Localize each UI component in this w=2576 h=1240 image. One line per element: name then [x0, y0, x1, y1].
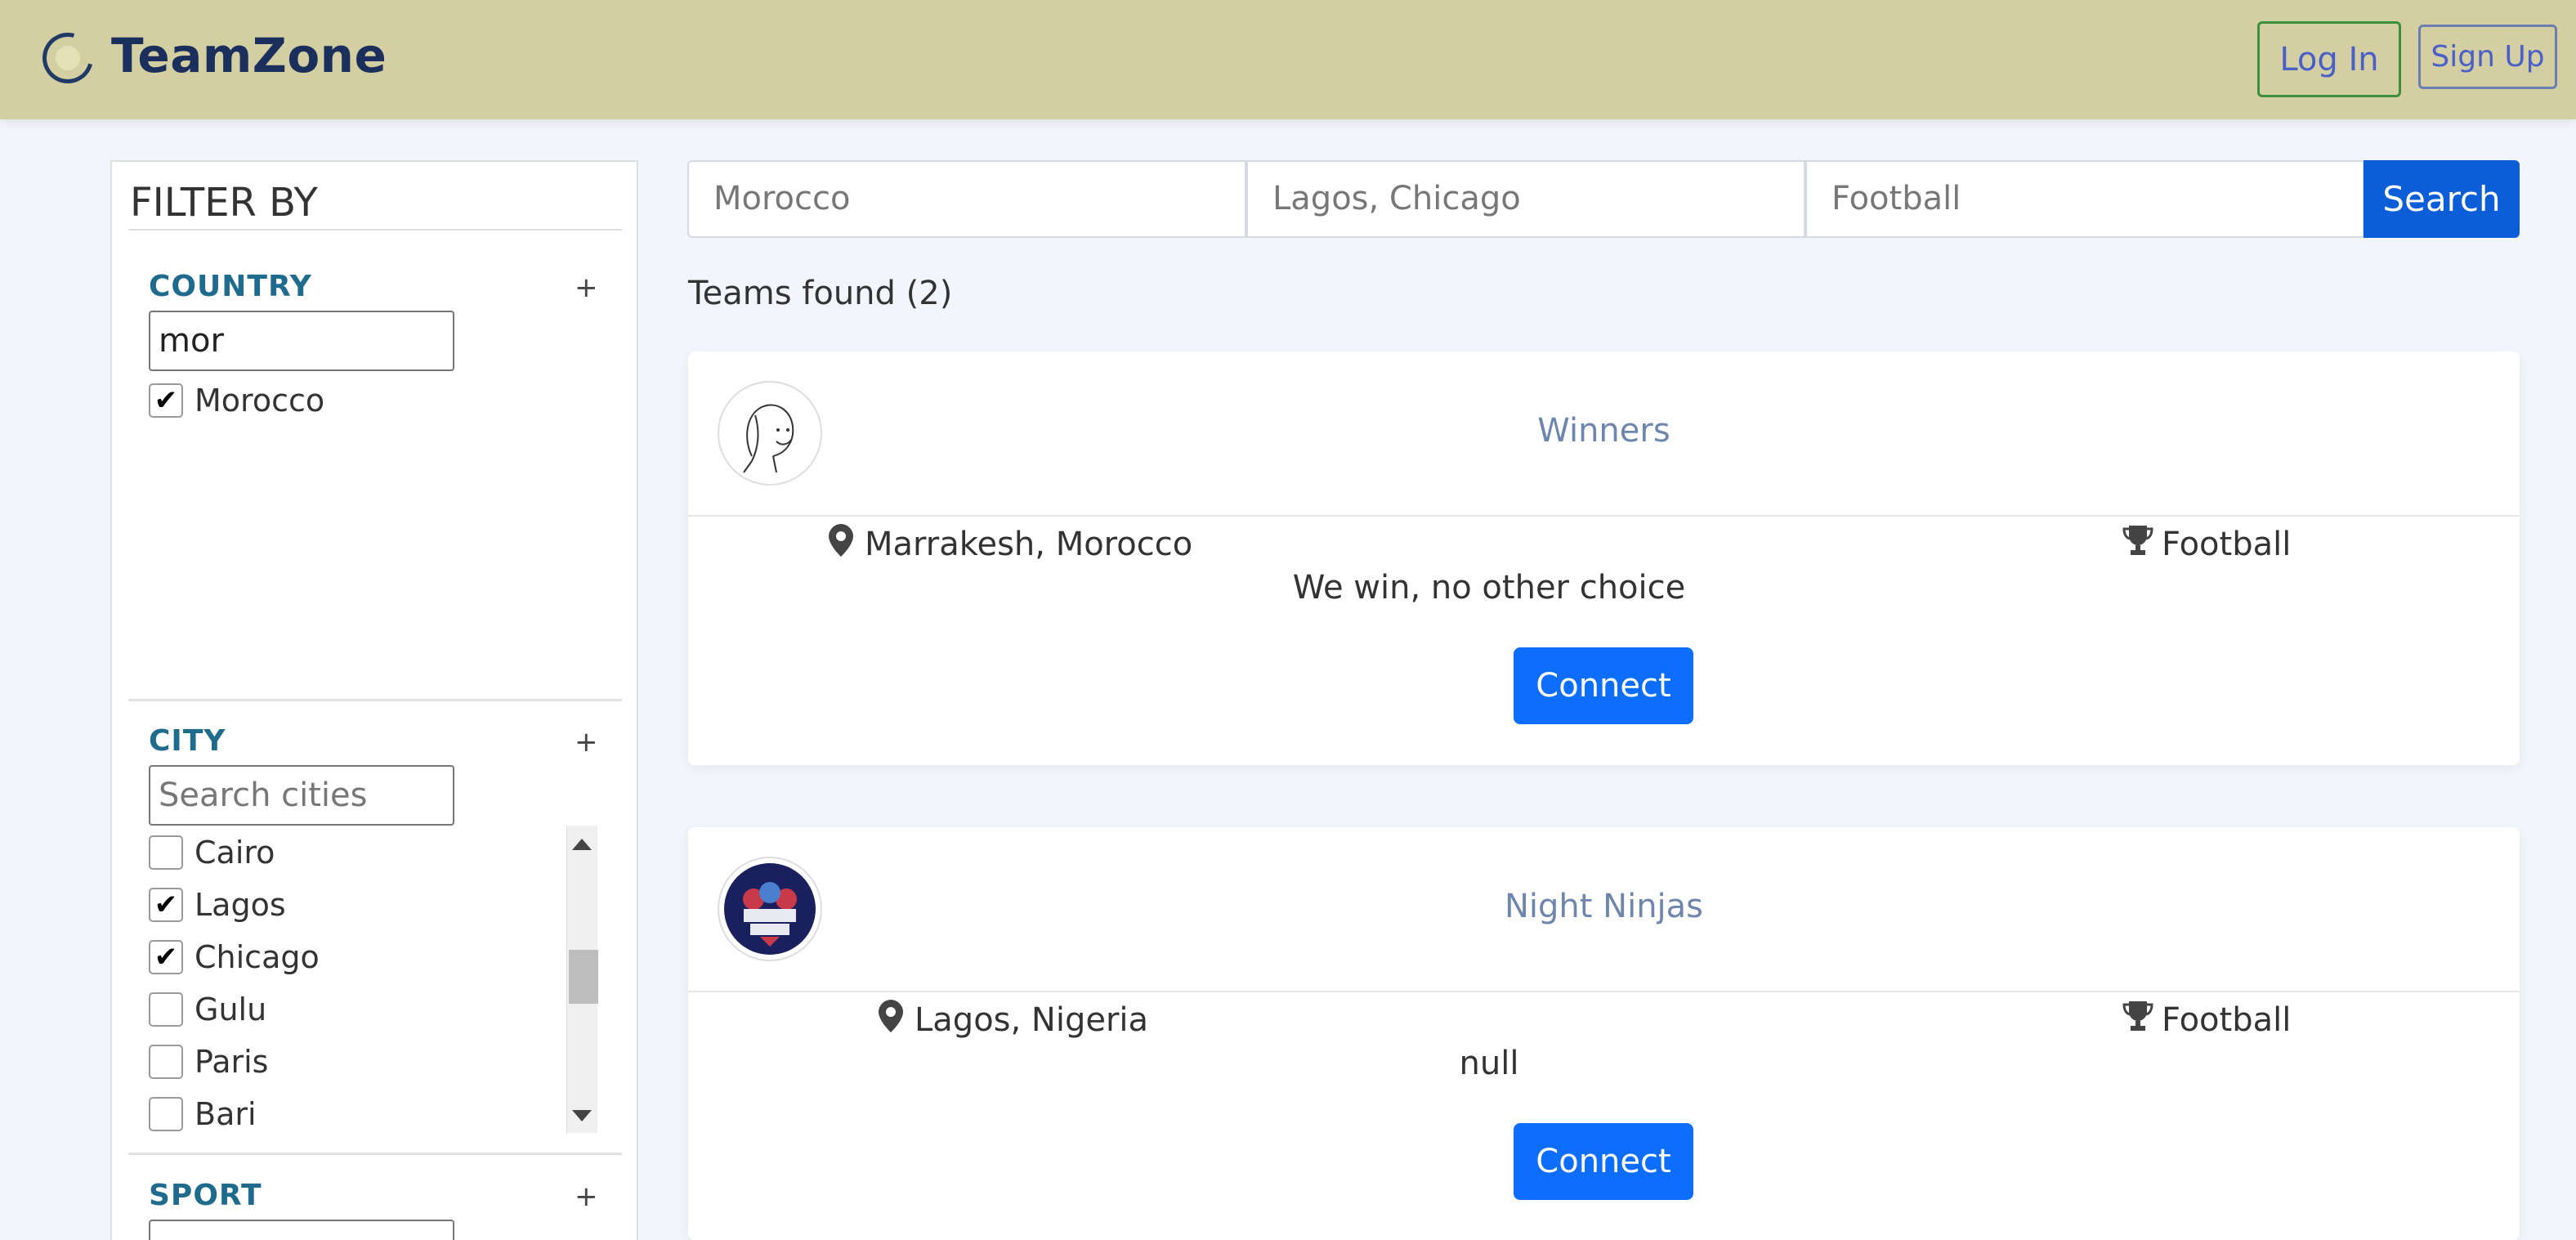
checkbox[interactable] [149, 835, 183, 870]
city-options-list: Cairo ✔ Lagos ✔ Chicago Gulu Paris Bari [149, 826, 598, 1136]
trophy-icon [2122, 524, 2153, 565]
divider [128, 229, 622, 231]
map-pin-icon [879, 1000, 903, 1041]
city-option-gulu[interactable]: Gulu [149, 989, 266, 1030]
city-option-chicago[interactable]: ✔ Chicago [149, 937, 320, 978]
team-location: Lagos, Nigeria [879, 996, 1148, 1045]
search-button[interactable]: Search [2364, 160, 2520, 238]
login-button[interactable]: Log In [2257, 21, 2401, 97]
team-name[interactable]: Night Ninjas [688, 888, 2520, 925]
filter-title: FILTER BY [130, 180, 318, 226]
team-location-text: Marrakesh, Morocco [865, 526, 1193, 563]
team-sport: Football [2122, 520, 2291, 569]
country-option-morocco[interactable]: ✔ Morocco [149, 380, 324, 421]
country-search-field[interactable]: Morocco [687, 160, 1246, 238]
checkbox[interactable] [149, 1045, 183, 1079]
country-search-input[interactable] [149, 311, 454, 371]
team-card: Night Ninjas Lagos, Nigeria Football nul… [688, 827, 2520, 1240]
city-expand-toggle[interactable]: + [575, 726, 598, 759]
city-list-scrollbar[interactable] [566, 826, 598, 1133]
country-option-label: Morocco [195, 383, 325, 419]
sport-search-input[interactable] [149, 1220, 454, 1240]
team-location: Marrakesh, Morocco [829, 520, 1192, 569]
team-location-text: Lagos, Nigeria [915, 1001, 1149, 1039]
connect-button[interactable]: Connect [1514, 1123, 1693, 1200]
filter-sidebar: FILTER BY COUNTRY + ✔ Morocco CITY + Cai… [110, 160, 638, 1240]
divider [688, 515, 2520, 517]
sport-expand-toggle[interactable]: + [575, 1180, 598, 1213]
city-option-label: Paris [195, 1044, 269, 1080]
city-option-cairo[interactable]: Cairo [149, 832, 275, 873]
city-option-lagos[interactable]: ✔ Lagos [149, 884, 286, 925]
divider [688, 991, 2520, 992]
map-pin-icon [829, 524, 853, 565]
scroll-up-arrow-icon[interactable] [572, 839, 592, 850]
team-sport: Football [2122, 996, 2291, 1045]
scroll-thumb[interactable] [569, 950, 598, 1004]
city-search-input[interactable] [149, 765, 454, 826]
country-filter-label: COUNTRY [149, 270, 312, 303]
country-expand-toggle[interactable]: + [575, 271, 598, 304]
results-count: Teams found (2) [688, 275, 953, 312]
team-description: We win, no other choice [1292, 569, 1686, 607]
checkbox-checked[interactable]: ✔ [149, 383, 183, 418]
checkbox[interactable] [149, 1097, 183, 1131]
city-option-paris[interactable]: Paris [149, 1041, 268, 1082]
connect-button[interactable]: Connect [1514, 647, 1693, 724]
city-filter-label: CITY [149, 724, 226, 758]
scroll-down-arrow-icon[interactable] [572, 1110, 592, 1121]
sport-filter-label: SPORT [149, 1179, 262, 1212]
city-option-label: Cairo [195, 835, 275, 871]
city-option-bari[interactable]: Bari [149, 1094, 257, 1135]
top-navbar: TeamZone Log In Sign Up [0, 0, 2576, 119]
team-name[interactable]: Winners [688, 412, 2520, 450]
city-option-label: Gulu [195, 992, 267, 1027]
checkbox-checked[interactable]: ✔ [149, 940, 183, 974]
divider [128, 1153, 622, 1155]
team-description: null [1459, 1045, 1519, 1082]
checkbox-checked[interactable]: ✔ [149, 888, 183, 922]
city-search-field[interactable]: Lagos, Chicago [1246, 160, 1805, 238]
city-option-label: Chicago [195, 939, 320, 975]
team-card: Winners Marrakesh, Morocco Football We w… [688, 351, 2520, 765]
logo-inner [56, 46, 80, 70]
city-option-label: Bari [195, 1096, 257, 1132]
trophy-icon [2122, 1000, 2153, 1041]
divider [128, 699, 622, 701]
sport-search-field[interactable]: Football [1805, 160, 2364, 238]
checkbox[interactable] [149, 992, 183, 1027]
city-option-label: Lagos [195, 887, 286, 923]
team-sport-text: Football [2162, 1001, 2292, 1039]
signup-button[interactable]: Sign Up [2418, 25, 2557, 89]
brand-title[interactable]: TeamZone [111, 28, 387, 83]
team-sport-text: Football [2162, 526, 2292, 563]
